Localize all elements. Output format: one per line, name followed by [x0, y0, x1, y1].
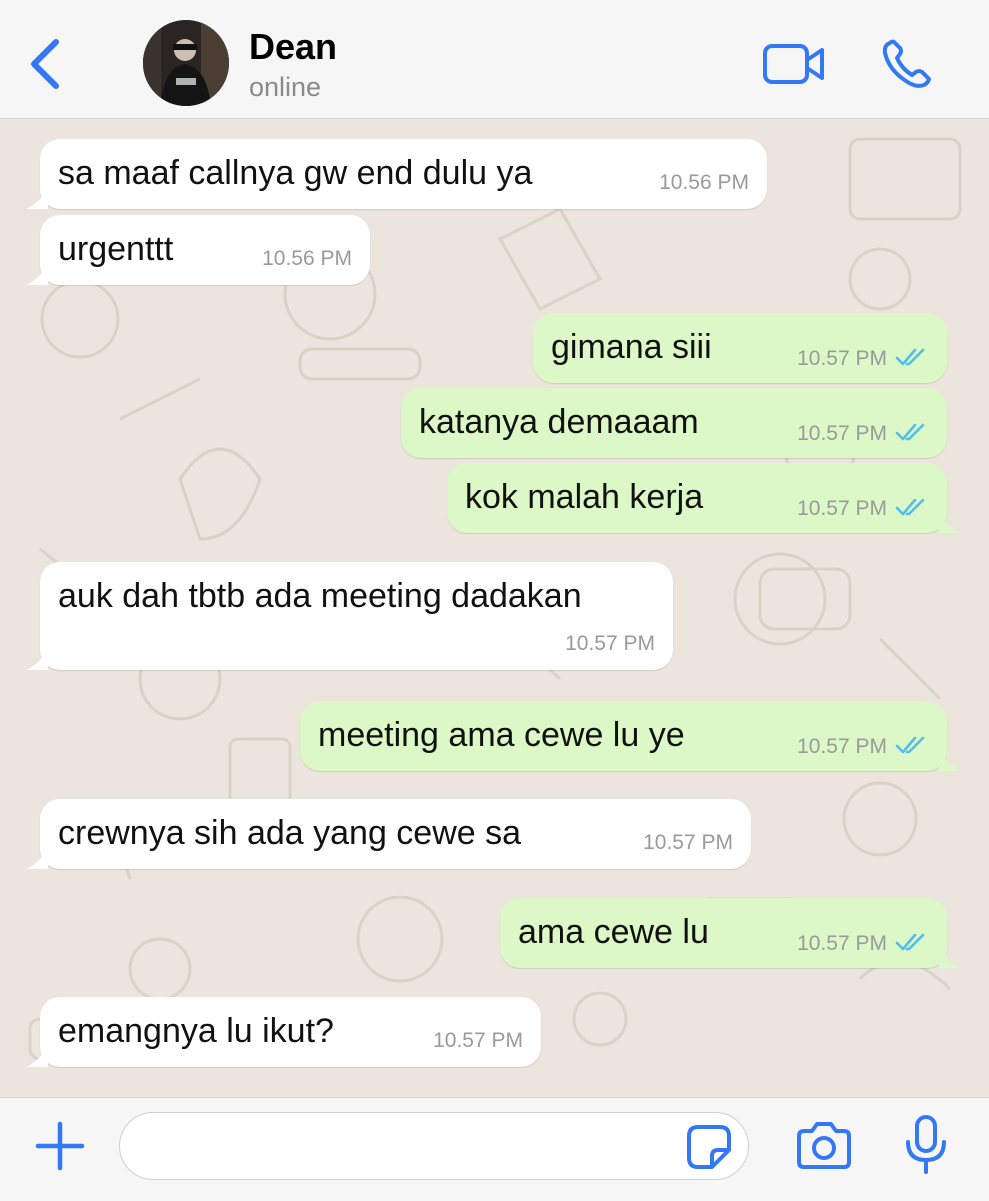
message-bubble-outgoing[interactable]: ama cewe lu 10.57 PM	[500, 898, 961, 968]
bubble-tail	[939, 511, 961, 533]
message-text: emangnya lu ikut?	[58, 1012, 334, 1050]
chevron-left-icon	[31, 39, 59, 89]
bubble-tail	[26, 847, 48, 869]
double-check-icon	[895, 498, 925, 516]
message-time: 10.57 PM	[797, 422, 887, 445]
contact-name[interactable]: Dean	[249, 26, 337, 68]
message-bubble-incoming[interactable]: emangnya lu ikut? 10.57 PM	[26, 997, 541, 1067]
message-text: gimana siii	[551, 328, 712, 366]
message-input[interactable]	[119, 1112, 749, 1180]
message-bubble-incoming[interactable]: crewnya sih ada yang cewe sa 10.57 PM	[26, 799, 751, 869]
message-text: crewnya sih ada yang cewe sa	[58, 814, 522, 852]
microphone-button[interactable]	[902, 1114, 950, 1176]
bubble-tail	[939, 946, 961, 968]
video-call-button[interactable]	[762, 40, 826, 88]
message-text: auk dah tbtb ada meeting dadakan	[58, 577, 582, 615]
message-text: kok malah kerja	[465, 478, 704, 516]
message-time: 10.57 PM	[797, 497, 887, 520]
message-bubble-outgoing[interactable]: kok malah kerja 10.57 PM	[447, 463, 961, 533]
back-button[interactable]	[26, 36, 66, 92]
message-text: urgenttt	[58, 230, 174, 268]
voice-call-button[interactable]	[880, 38, 936, 90]
message-time: 10.57 PM	[797, 735, 887, 758]
message-bubble-incoming[interactable]: urgenttt 10.56 PM	[26, 215, 370, 285]
avatar[interactable]	[143, 20, 229, 106]
message-list[interactable]: sa maaf callnya gw end dulu ya 10.56 PM …	[0, 119, 989, 1097]
camera-button[interactable]	[795, 1120, 853, 1172]
message-time: 10.57 PM	[565, 632, 655, 655]
message-bubble-incoming[interactable]: auk dah tbtb ada meeting dadakan 10.57 P…	[26, 562, 673, 670]
double-check-icon	[895, 736, 925, 754]
message-time: 10.57 PM	[797, 347, 887, 370]
microphone-icon	[906, 1115, 946, 1174]
message-bubble-outgoing[interactable]: gimana siii 10.57 PM	[533, 313, 947, 383]
bubble-tail	[26, 263, 48, 285]
phone-icon	[882, 39, 931, 88]
camera-icon	[797, 1122, 851, 1169]
plus-icon	[35, 1121, 85, 1171]
message-bubble-incoming[interactable]: sa maaf callnya gw end dulu ya 10.56 PM	[26, 139, 767, 209]
sticker-button[interactable]	[686, 1124, 732, 1170]
message-bubble-outgoing[interactable]: meeting ama cewe lu ye 10.57 PM	[300, 701, 961, 771]
message-time: 10.57 PM	[433, 1029, 523, 1052]
person-photo-icon	[143, 20, 229, 106]
attach-button[interactable]	[34, 1120, 86, 1172]
bubble-tail	[939, 749, 961, 771]
video-camera-icon	[763, 44, 824, 84]
double-check-icon	[895, 423, 925, 441]
double-check-icon	[895, 348, 925, 366]
bubble-tail	[26, 1045, 48, 1067]
message-text: meeting ama cewe lu ye	[318, 716, 685, 754]
message-time: 10.57 PM	[797, 932, 887, 955]
input-bar	[0, 1097, 989, 1201]
message-time: 10.57 PM	[643, 831, 733, 854]
chat-header: Dean online	[0, 0, 989, 119]
message-text: sa maaf callnya gw end dulu ya	[58, 154, 533, 192]
double-check-icon	[895, 933, 925, 951]
message-time: 10.56 PM	[262, 247, 352, 270]
bubble-tail	[26, 187, 48, 209]
message-time: 10.56 PM	[659, 171, 749, 194]
message-bubble-outgoing[interactable]: katanya demaaam 10.57 PM	[401, 388, 947, 458]
bubble-tail	[26, 648, 48, 670]
contact-status: online	[249, 72, 322, 102]
message-text: ama cewe lu	[518, 913, 709, 951]
message-text: katanya demaaam	[419, 403, 699, 441]
sticker-icon	[687, 1125, 731, 1169]
